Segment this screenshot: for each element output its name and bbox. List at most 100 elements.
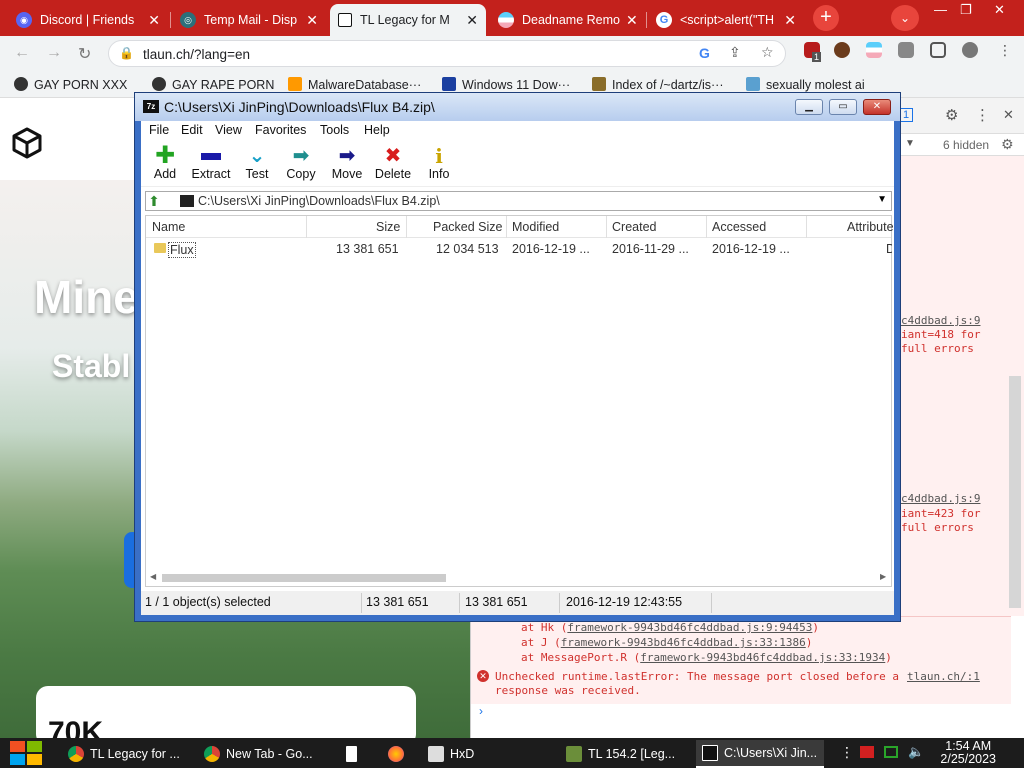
extract-button[interactable]: Extract <box>189 145 233 181</box>
chevron-down-icon[interactable]: ▼ <box>877 194 887 205</box>
tab-temp-mail[interactable]: ◎ Temp Mail - Disp ✕ <box>172 4 326 36</box>
settings-gear-icon[interactable]: ⚙ <box>945 106 958 124</box>
taskbar-item-chrome-tl[interactable]: TL Legacy for ... <box>62 740 190 768</box>
bookmark-star-icon[interactable]: ☆ <box>761 44 774 61</box>
stack-link[interactable]: framework-9943bd46fc4ddbad.js:33:1386 <box>561 636 806 649</box>
delete-button[interactable]: ✖ Delete <box>371 145 415 181</box>
check-icon: ⌄ <box>248 145 266 167</box>
back-arrow-icon[interactable]: ← <box>14 44 30 62</box>
bookmark-item[interactable]: GAY PORN XXX <box>14 77 127 92</box>
column-size[interactable]: Size <box>376 220 400 234</box>
column-created[interactable]: Created <box>612 220 656 234</box>
move-button[interactable]: ➡ Move <box>325 145 369 181</box>
profile-icon[interactable] <box>962 42 978 58</box>
column-modified[interactable]: Modified <box>512 220 559 234</box>
maximize-button[interactable]: ▭ <box>829 99 857 115</box>
dropdown-arrow-icon[interactable]: ▼ <box>905 138 915 149</box>
network-icon[interactable] <box>884 746 898 758</box>
taskbar-item-sevenzip[interactable]: C:\Users\Xi Jin... <box>696 740 824 768</box>
close-icon[interactable]: ✕ <box>460 12 478 29</box>
cube-logo-icon[interactable] <box>10 126 44 160</box>
menu-favorites[interactable]: Favorites <box>255 123 306 137</box>
error-source-link[interactable]: c4ddbad.js:9 <box>901 314 980 327</box>
console-prompt-icon[interactable]: › <box>479 704 483 718</box>
column-accessed[interactable]: Accessed <box>712 220 766 234</box>
column-name[interactable]: Name <box>152 220 185 234</box>
stack-link[interactable]: framework-9943bd46fc4ddbad.js:9:94453 <box>567 621 812 634</box>
path-combobox[interactable]: ⬆ C:\Users\Xi JinPing\Downloads\Flux B4.… <box>145 191 892 211</box>
tab-search-chevron-icon[interactable]: ⌄ <box>891 5 919 31</box>
table-row[interactable]: Flux 13 381 651 12 034 513 2016-12-19 ..… <box>146 240 892 258</box>
tab-tl-legacy[interactable]: TL Legacy for M ✕ <box>330 4 486 36</box>
console-scrollbar[interactable] <box>1009 376 1021 608</box>
bookmark-item[interactable]: Index of /~dartz/is··· <box>592 77 724 92</box>
add-button[interactable]: ✚ Add <box>143 144 187 182</box>
bookmark-item[interactable]: Windows 11 Dow··· <box>442 77 570 92</box>
devtools-more-icon[interactable]: ⋮ <box>975 106 990 124</box>
bookmark-item[interactable]: GAY RAPE PORN <box>152 77 274 92</box>
scroll-right-icon[interactable]: ▶ <box>880 572 886 581</box>
minimize-button[interactable]: ▁ <box>795 99 823 115</box>
close-button[interactable]: ✕ <box>863 99 891 115</box>
taskbar-item-file[interactable] <box>340 740 368 768</box>
issues-counter[interactable]: 1 <box>899 108 914 122</box>
tab-discord[interactable]: ◉ Discord | Friends ✕ <box>8 4 168 36</box>
hxd-icon <box>428 746 444 762</box>
volume-icon[interactable]: 🔈 <box>908 744 924 760</box>
side-panel-icon[interactable] <box>930 42 946 58</box>
stats-card-number: 70K <box>48 716 104 738</box>
share-icon[interactable]: ⇪ <box>729 44 741 61</box>
column-packed-size[interactable]: Packed Size <box>433 220 502 234</box>
close-icon[interactable]: ✕ <box>620 12 638 29</box>
overflow-more-icon[interactable]: ⋮ <box>840 744 854 761</box>
puzzle-extensions-icon[interactable] <box>898 42 914 58</box>
scrollbar-thumb[interactable] <box>162 574 446 582</box>
sevenzip-titlebar[interactable]: 7z C:\Users\Xi JinPing\Downloads\Flux B4… <box>135 93 900 121</box>
info-button[interactable]: i Info <box>417 145 461 181</box>
scroll-left-icon[interactable]: ◀ <box>150 572 156 581</box>
minimize-icon[interactable]: — <box>934 2 947 17</box>
close-icon[interactable]: ✕ <box>778 12 796 29</box>
menu-tools[interactable]: Tools <box>320 123 349 137</box>
runtime-error-link[interactable]: tlaun.ch/:1 <box>907 670 980 683</box>
menu-file[interactable]: File <box>149 123 169 137</box>
stack-link[interactable]: framework-9943bd46fc4ddbad.js:33:1934 <box>640 651 885 664</box>
taskbar-item-tlauncher[interactable]: TL 154.2 [Leg... <box>560 740 686 768</box>
avatar-extension-icon[interactable] <box>834 42 850 58</box>
horizontal-scrollbar[interactable]: ◀ ▶ <box>146 570 891 586</box>
tray-flag-icon[interactable] <box>860 746 874 758</box>
close-icon[interactable]: ✕ <box>300 12 318 29</box>
taskbar-item-chrome-newtab[interactable]: New Tab - Go... <box>198 740 324 768</box>
column-attribute[interactable]: Attribute <box>847 220 894 234</box>
menu-edit[interactable]: Edit <box>181 123 203 137</box>
folder-up-icon[interactable]: ⬆ <box>144 193 164 211</box>
taskbar-clock[interactable]: 1:54 AM 2/25/2023 <box>940 740 996 766</box>
taskbar-item-firefox[interactable] <box>382 740 410 768</box>
menu-help[interactable]: Help <box>364 123 390 137</box>
devtools-close-icon[interactable]: ✕ <box>1003 107 1014 123</box>
new-tab-button[interactable]: + <box>813 5 839 31</box>
start-windows-icon[interactable] <box>10 741 42 765</box>
tab-script-alert[interactable]: G <script>alert("TH ✕ <box>648 4 804 36</box>
tab-label: Temp Mail - Disp <box>204 13 298 27</box>
google-lens-icon[interactable]: G <box>699 45 710 61</box>
window-close-icon[interactable]: ✕ <box>994 2 1005 18</box>
bookmark-item[interactable]: sexually molest ai <box>746 77 865 92</box>
copy-button[interactable]: ➡ Copy <box>279 145 323 181</box>
menu-view[interactable]: View <box>215 123 242 137</box>
bookmark-item[interactable]: MalwareDatabase··· <box>288 77 421 92</box>
restore-icon[interactable]: ❐ <box>960 2 972 18</box>
address-bar[interactable]: 🔒 tlaun.ch/?lang=en G ⇪ ☆ <box>108 40 786 67</box>
reload-icon[interactable]: ↻ <box>78 44 91 64</box>
forward-arrow-icon[interactable]: → <box>46 44 62 62</box>
file-list[interactable]: Name Size Packed Size Modified Created A… <box>145 215 894 587</box>
console-settings-icon[interactable]: ⚙ <box>1001 136 1014 153</box>
error-source-link[interactable]: c4ddbad.js:9 <box>901 492 980 505</box>
trans-flag-extension-icon[interactable] <box>866 42 882 58</box>
tab-deadname[interactable]: Deadname Remo ✕ <box>490 4 644 36</box>
taskbar-item-hxd[interactable]: HxD <box>422 740 542 768</box>
file-name[interactable]: Flux <box>168 242 196 258</box>
more-menu-icon[interactable]: ⋮ <box>998 42 1012 59</box>
test-button[interactable]: ⌄ Test <box>235 145 279 181</box>
close-icon[interactable]: ✕ <box>142 12 160 29</box>
